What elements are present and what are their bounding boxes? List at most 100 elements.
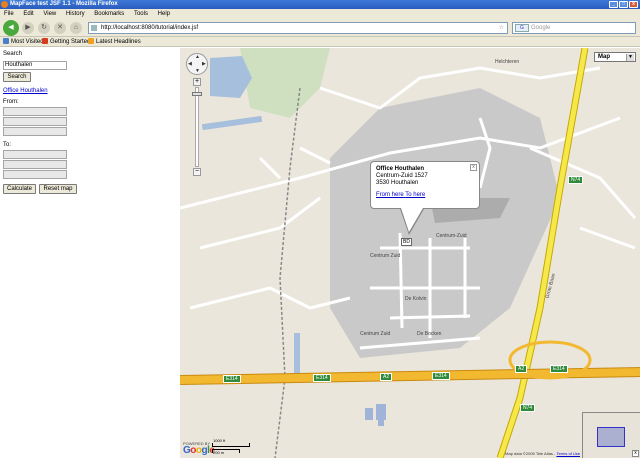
road-shield: E314 [313,374,331,382]
pan-up-icon[interactable]: ▲ [195,54,200,60]
terms-of-use-link[interactable]: Terms of Use [556,451,580,456]
rss-icon [88,38,94,44]
road-shield: E314 [223,375,241,383]
window-titlebar: MapFace test JSF 1.1 - Mozilla Firefox _… [0,0,640,9]
page-favicon-icon [91,25,97,31]
to-field-1[interactable] [3,150,67,159]
search-bar-placeholder: Google [531,25,551,31]
road-shield: E314 [432,372,450,380]
road-label: Centrum Zuid [370,253,401,259]
window-title: MapFace test JSF 1.1 - Mozilla Firefox [10,1,118,7]
zoom-slider-knob[interactable] [192,92,202,96]
search-bar[interactable]: G Google [512,22,636,34]
railway [274,87,301,458]
reset-map-button[interactable]: Reset map [39,184,77,194]
bookmark-star-icon[interactable]: ☆ [499,23,504,33]
bookmarks-toolbar: Most Visited Getting Started Latest Head… [0,37,640,47]
overview-map[interactable]: x [582,412,640,458]
road-shield: N74 [520,404,536,412]
from-field-2[interactable] [3,117,67,126]
map-copyright: Map data ©2009 Tele Atlas - Terms of Use [505,451,580,456]
bookmark-latest-headlines[interactable]: Latest Headlines [88,37,141,47]
minimize-button[interactable]: _ [609,1,618,8]
to-here-link[interactable]: To here [405,192,425,198]
navigation-toolbar: ◀ ▶ ↻ ✕ ⌂ http://localhost:8080/tutorial… [0,19,640,37]
zoom-out-button[interactable]: − [193,168,201,176]
menu-help[interactable]: Help [158,9,170,19]
google-map[interactable]: ▲ ▼ ◀ ▶ + − Map ▼ Helchteren Centrum-Zui… [180,48,640,458]
building [376,404,386,420]
map-type-value: Map [598,54,610,60]
road-shield: N74 [568,176,584,184]
pan-right-icon[interactable]: ▶ [202,61,206,67]
menu-history[interactable]: History [66,9,85,19]
search-button[interactable]: Search [3,72,31,82]
building [378,420,384,426]
search-engine-icon[interactable]: G [515,24,529,32]
menu-bar: File Edit View History Bookmarks Tools H… [0,9,640,19]
from-field-3[interactable] [3,127,67,136]
map-marker[interactable]: BD [401,238,412,246]
firefox-icon [42,38,48,44]
back-button[interactable]: ◀ [3,20,19,36]
search-input[interactable]: Houthalen [3,61,67,70]
menu-bookmarks[interactable]: Bookmarks [94,9,124,19]
from-here-link[interactable]: From here [376,192,404,198]
page-content: Search Houthalen Search Office Houthalen… [0,48,640,458]
overview-toggle-icon[interactable]: x [632,450,639,457]
road-shield: A2 [515,365,528,373]
info-window-title: Office Houthalen [376,166,425,172]
road-shield: A2 [380,373,393,381]
zoom-in-button[interactable]: + [193,78,201,86]
reload-button[interactable]: ↻ [38,22,50,34]
road-label: De Bocken [417,331,442,337]
to-field-3[interactable] [3,170,67,179]
info-window-city: 3530 Houthalen [376,180,419,186]
home-button[interactable]: ⌂ [70,22,82,34]
firefox-icon [1,1,8,8]
maximize-button[interactable]: □ [619,1,628,8]
overview-viewport[interactable] [597,427,625,447]
stop-button[interactable]: ✕ [54,22,66,34]
from-field-1[interactable] [3,107,67,116]
scale-top-label: 1000 ft [213,438,226,443]
scale-bottom-label: 200 m [213,450,225,455]
road-label: Centrum Zuid [360,331,391,337]
menu-tools[interactable]: Tools [134,9,148,19]
close-window-button[interactable]: x [629,1,638,8]
forward-button[interactable]: ▶ [22,22,34,34]
pan-control[interactable]: ▲ ▼ ◀ ▶ [186,53,208,75]
place-label: Helchteren [495,59,520,65]
info-window-tail [401,208,423,232]
search-label: Search [3,51,23,57]
to-label: To: [3,142,12,148]
road-label: De Kolvin [405,296,427,302]
bookmark-most-visited[interactable]: Most Visited [3,37,44,47]
google-logo[interactable]: Google [183,445,215,456]
zoom-slider[interactable] [195,87,199,167]
info-window-close-icon[interactable]: x [470,164,477,171]
to-field-2[interactable] [3,160,67,169]
result-link[interactable]: Office Houthalen [3,88,48,94]
address-bar[interactable]: http://localhost:8080/tutorial/index.jsf… [88,22,508,34]
bookmark-icon [3,38,9,44]
bookmark-getting-started[interactable]: Getting Started [42,37,90,47]
menu-file[interactable]: File [4,9,14,19]
water-pond [294,333,300,373]
info-window: x Office Houthalen Centrum-Zuid 1527 353… [370,161,480,235]
pan-left-icon[interactable]: ◀ [188,61,192,67]
calculate-button[interactable]: Calculate [3,184,36,194]
scale-bar: 1000 ft 200 m [212,438,252,455]
pan-down-icon[interactable]: ▼ [195,68,200,74]
from-label: From: [3,99,19,105]
road-label: Centrum-Zuid [436,233,467,239]
side-panel: Search Houthalen Search Office Houthalen… [0,48,180,458]
water-strip [201,115,263,131]
building [365,408,373,420]
menu-edit[interactable]: Edit [23,9,33,19]
map-type-selector[interactable]: Map ▼ [594,52,636,62]
park-area [240,48,330,118]
menu-view[interactable]: View [43,9,56,19]
scale-bar-top [212,443,250,447]
chevron-down-icon[interactable]: ▼ [626,54,634,61]
